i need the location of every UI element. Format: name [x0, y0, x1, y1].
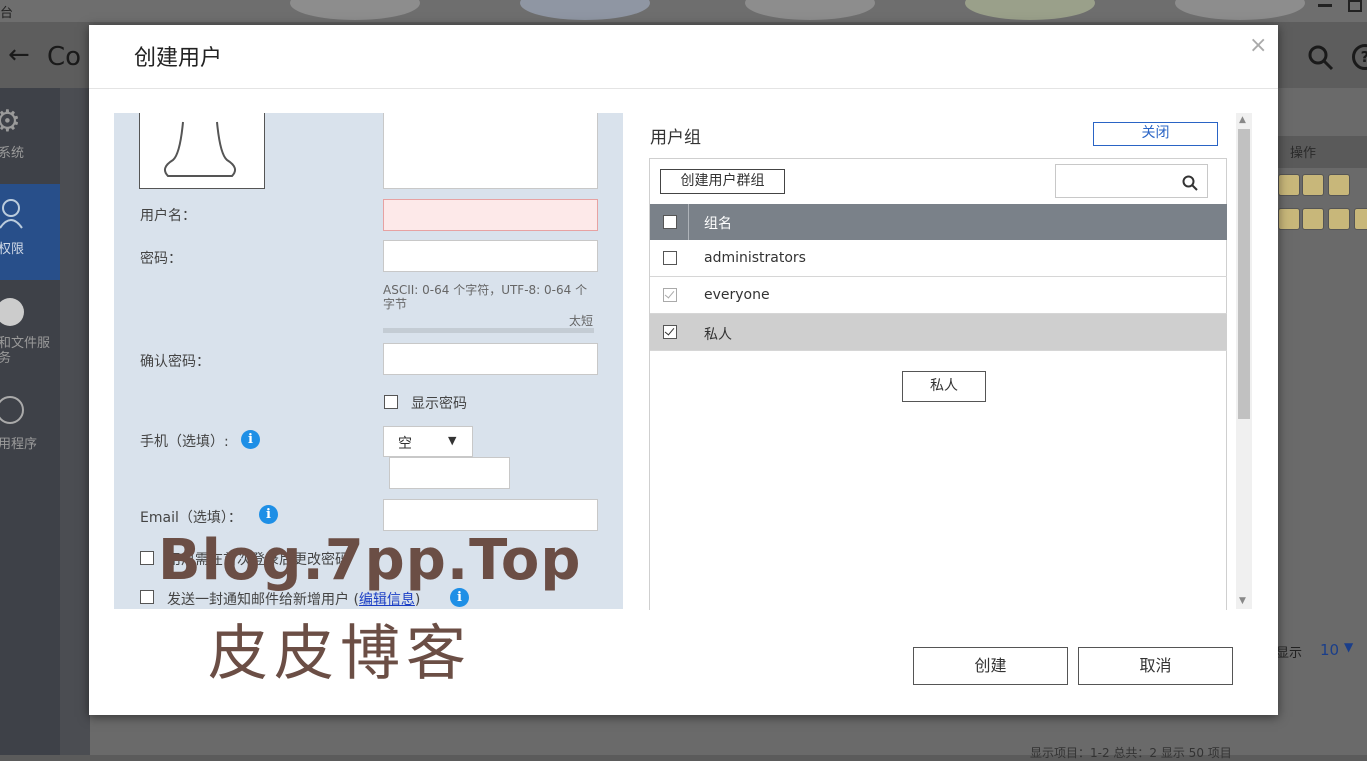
maximize-icon[interactable] — [1348, 0, 1362, 12]
group-checkbox[interactable] — [663, 251, 677, 265]
create-group-button[interactable]: 创建用户群组 — [660, 169, 785, 194]
email-label: Email（选填）： — [140, 510, 242, 526]
close-icon[interactable]: × — [1249, 33, 1267, 58]
minimize-icon[interactable] — [1318, 4, 1332, 7]
os-top-bar: 台 — [0, 0, 1367, 22]
info-icon[interactable]: i — [259, 505, 278, 524]
app-sidebar: ⚙ 系统 权限 和文件服务 用程序 — [0, 88, 60, 755]
gear-icon[interactable]: ⚙ — [0, 104, 21, 139]
select-all-checkbox[interactable] — [663, 215, 677, 229]
password-hint: ASCII: 0-64 个字符，UTF-8: 0-64 个字节 — [383, 283, 588, 311]
description-field[interactable] — [383, 113, 598, 189]
close-groups-button[interactable]: 关闭 — [1093, 122, 1218, 146]
user-groups-box: 创建用户群组 组名 administrators everyone 私人 私人 — [649, 158, 1227, 610]
group-search-input[interactable] — [1055, 164, 1208, 198]
cancel-button[interactable]: 取消 — [1078, 647, 1233, 685]
scroll-down-icon[interactable]: ▼ — [1239, 596, 1246, 606]
show-label: 显示 — [1276, 646, 1303, 661]
info-icon[interactable]: i — [241, 430, 260, 449]
window-title: 台 — [0, 6, 14, 21]
watermark-line1: Blog.7pp.Top — [158, 528, 582, 593]
app-subnav — [60, 88, 90, 755]
group-name: everyone — [704, 287, 770, 303]
show-password-checkbox[interactable] — [384, 395, 398, 409]
password-strength-text: 太短 — [569, 314, 594, 328]
group-name: administrators — [704, 250, 806, 266]
must-change-password-checkbox[interactable] — [140, 551, 154, 565]
divider — [89, 88, 1278, 89]
send-notification-checkbox[interactable] — [140, 590, 154, 604]
scroll-up-icon[interactable]: ▲ — [1239, 115, 1246, 125]
sidebar-item-permissions[interactable]: 权限 — [0, 238, 24, 257]
watermark-line2: 皮皮博客 — [208, 619, 472, 689]
username-input[interactable] — [383, 199, 598, 231]
column-group-name: 组名 — [704, 216, 732, 232]
table-row[interactable]: everyone — [650, 277, 1227, 314]
create-button[interactable]: 创建 — [913, 647, 1068, 685]
group-checkbox[interactable] — [663, 325, 677, 339]
confirm-password-input[interactable] — [383, 343, 598, 375]
group-tag-button[interactable]: 私人 — [902, 371, 986, 402]
sidebar-item-apps[interactable]: 用程序 — [0, 433, 37, 452]
user-icon — [0, 199, 23, 229]
show-password-label: 显示密码 — [411, 396, 467, 412]
table-row[interactable]: 私人 — [650, 314, 1227, 351]
username-label: 用户名： — [140, 208, 196, 224]
password-label: 密码： — [140, 251, 182, 267]
chevron-down-icon: ▼ — [448, 434, 457, 447]
apps-icon — [0, 396, 24, 424]
search-icon[interactable] — [1307, 44, 1335, 72]
email-input[interactable] — [383, 499, 598, 531]
password-input[interactable] — [383, 240, 598, 272]
dialog-title: 创建用户 — [134, 46, 223, 71]
confirm-password-label: 确认密码： — [140, 354, 210, 370]
table-row[interactable]: administrators — [650, 240, 1227, 277]
sidebar-item-network[interactable]: 和文件服务 — [0, 336, 56, 366]
footer-text: 显示项目：1-2 总共：2 显示 50 项目 — [1030, 746, 1232, 760]
phone-input[interactable] — [389, 457, 510, 489]
avatar-placeholder-icon — [163, 121, 237, 177]
sidebar-item-system[interactable]: 系统 — [0, 142, 24, 161]
show-value[interactable]: 10 — [1320, 641, 1339, 659]
avatar[interactable] — [139, 113, 265, 189]
group-name: 私人 — [704, 327, 732, 343]
scrollbar-thumb[interactable] — [1238, 129, 1250, 419]
groups-table-header: 组名 — [650, 204, 1227, 240]
app-footer: 显示项目：1-2 总共：2 显示 50 项目 — [380, 735, 1367, 760]
country-code-select[interactable]: 空 ▼ — [383, 426, 473, 457]
password-strength-bar — [383, 328, 594, 333]
globe-icon — [0, 298, 24, 326]
help-icon[interactable]: ? — [1352, 44, 1367, 70]
country-code-value: 空 — [398, 436, 412, 452]
back-arrow-icon[interactable]: ← — [8, 40, 30, 70]
chevron-down-icon[interactable]: ▼ — [1344, 640, 1353, 654]
phone-label: 手机（选填）: — [140, 434, 229, 450]
column-ops: 操作 — [1290, 146, 1317, 161]
user-groups-title: 用户组 — [650, 128, 701, 148]
app-title: Co — [47, 42, 82, 72]
search-icon[interactable] — [1182, 175, 1198, 191]
group-checkbox — [663, 288, 677, 302]
